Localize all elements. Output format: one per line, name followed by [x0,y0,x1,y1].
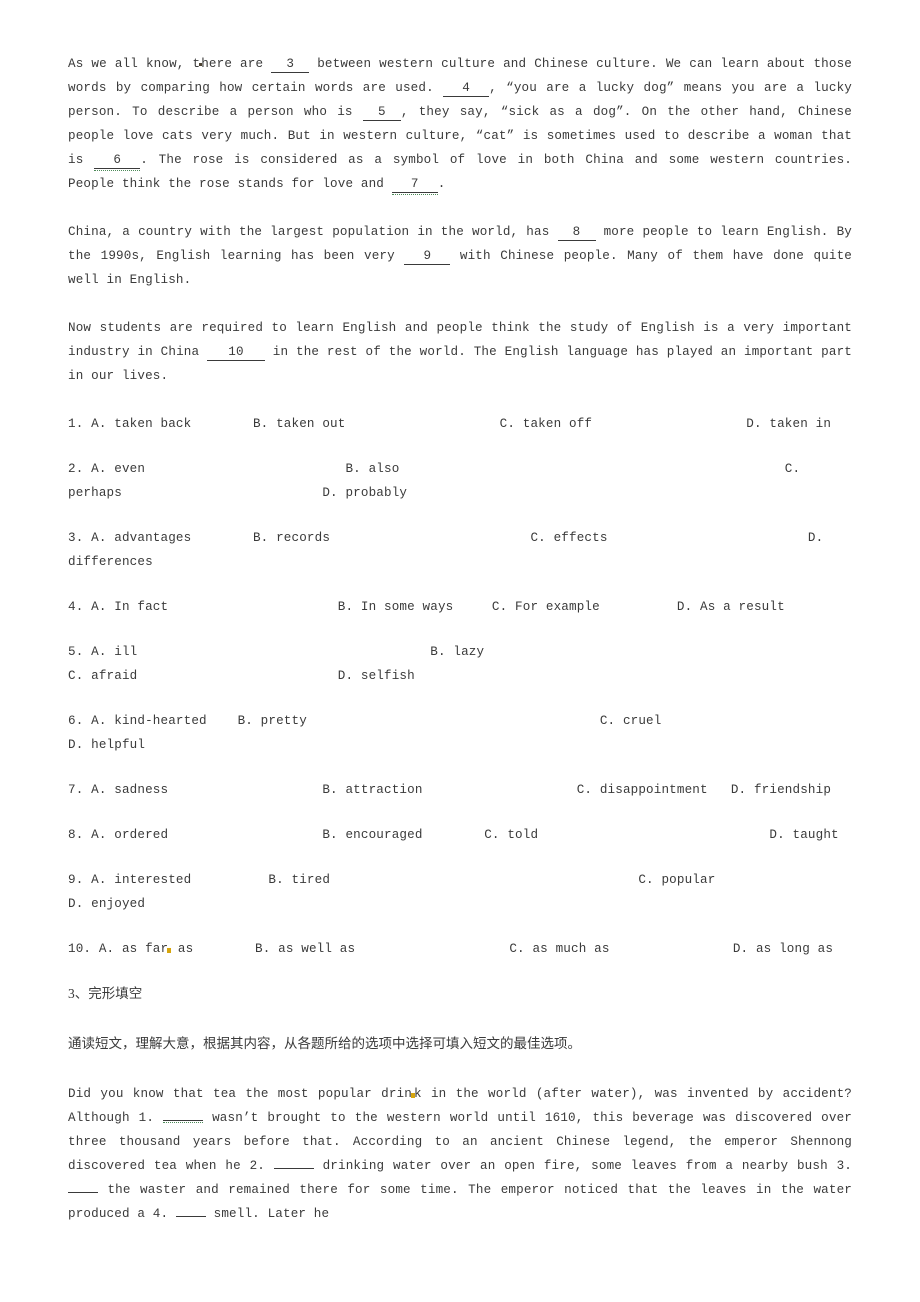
cloze-passage-paragraph: Did you know that tea the most popular d… [68,1082,852,1226]
answer-blank-4[interactable]: 4 [443,81,490,97]
question-option-row-7[interactable]: 7. A. sadness B. attraction C. disappoin… [68,778,852,802]
question-option-row-4[interactable]: 4. A. In fact B. In some ways C. For exa… [68,595,852,619]
cloze-answer-blank-1[interactable] [163,1120,204,1123]
section-instruction: 通读短文，理解大意，根据其内容，从各题所给的选项中选择可填入短文的最佳选项。 [68,1036,581,1051]
passage-paragraph-2: China, a country with the largest popula… [68,220,852,292]
answer-blank-3[interactable]: 3 [271,57,310,73]
passage-text-segment: . [437,177,446,191]
answer-blank-10[interactable]: 10 [207,345,265,361]
passage-text-segment: China, a country with the largest popula… [68,225,558,239]
cloze-text-segment: smell. Later he [205,1207,330,1221]
document-page: As we all know, there are 3 between west… [0,0,920,1302]
question-option-row-1[interactable]: 1. A. taken back B. taken out C. taken o… [68,412,852,436]
question-option-segment: 10. A. as far [68,942,169,956]
question-option-row-5[interactable]: 5. A. ill B. lazy C. afraid D. selfish [68,640,852,688]
cloze-answer-blank-3[interactable] [68,1192,98,1193]
question-option-row-2[interactable]: 2. A. even B. also C. perhaps D. probabl… [68,457,852,505]
answer-blank-8[interactable]: 8 [557,225,596,241]
passage-paragraph-3: Now students are required to learn Engli… [68,316,852,388]
passage-text-segment: here are [201,57,272,71]
passage-text-segment: As we all know, t [68,57,201,71]
question-option-segment: as B. as well as C. as much as D. as lon… [170,942,834,956]
question-option-row-9[interactable]: 9. A. interested B. tired C. popular D. … [68,868,852,916]
question-option-row-10[interactable]: 10. A. as far as B. as well as C. as muc… [68,937,852,961]
cloze-answer-blank-2[interactable] [273,1168,314,1169]
question-option-row-8[interactable]: 8. A. ordered B. encouraged C. told D. t… [68,823,852,847]
answer-blank-9[interactable]: 9 [404,249,451,265]
question-option-row-3[interactable]: 3. A. advantages B. records C. effects D… [68,526,852,574]
answer-blank-7[interactable]: 7 [391,177,438,195]
cloze-text-segment: Did you know that tea the most popular d… [68,1087,412,1101]
document-content: As we all know, there are 3 between west… [68,52,852,1250]
answer-blank-5[interactable]: 5 [362,105,401,121]
question-option-row-6[interactable]: 6. A. kind-hearted B. pretty C. cruel D.… [68,709,852,757]
multiple-choice-list: 1. A. taken back B. taken out C. taken o… [68,412,852,961]
answer-blank-6[interactable]: 6 [94,153,141,171]
section-heading-cloze: 3、完形填空 [68,986,143,1001]
passage-paragraph-1: As we all know, there are 3 between west… [68,52,852,196]
cloze-answer-blank-4[interactable] [175,1216,206,1217]
passage-text-segment: . The rose is considered as a symbol of … [68,153,853,191]
cloze-text-segment: drinking water over an open fire, some l… [313,1159,852,1173]
